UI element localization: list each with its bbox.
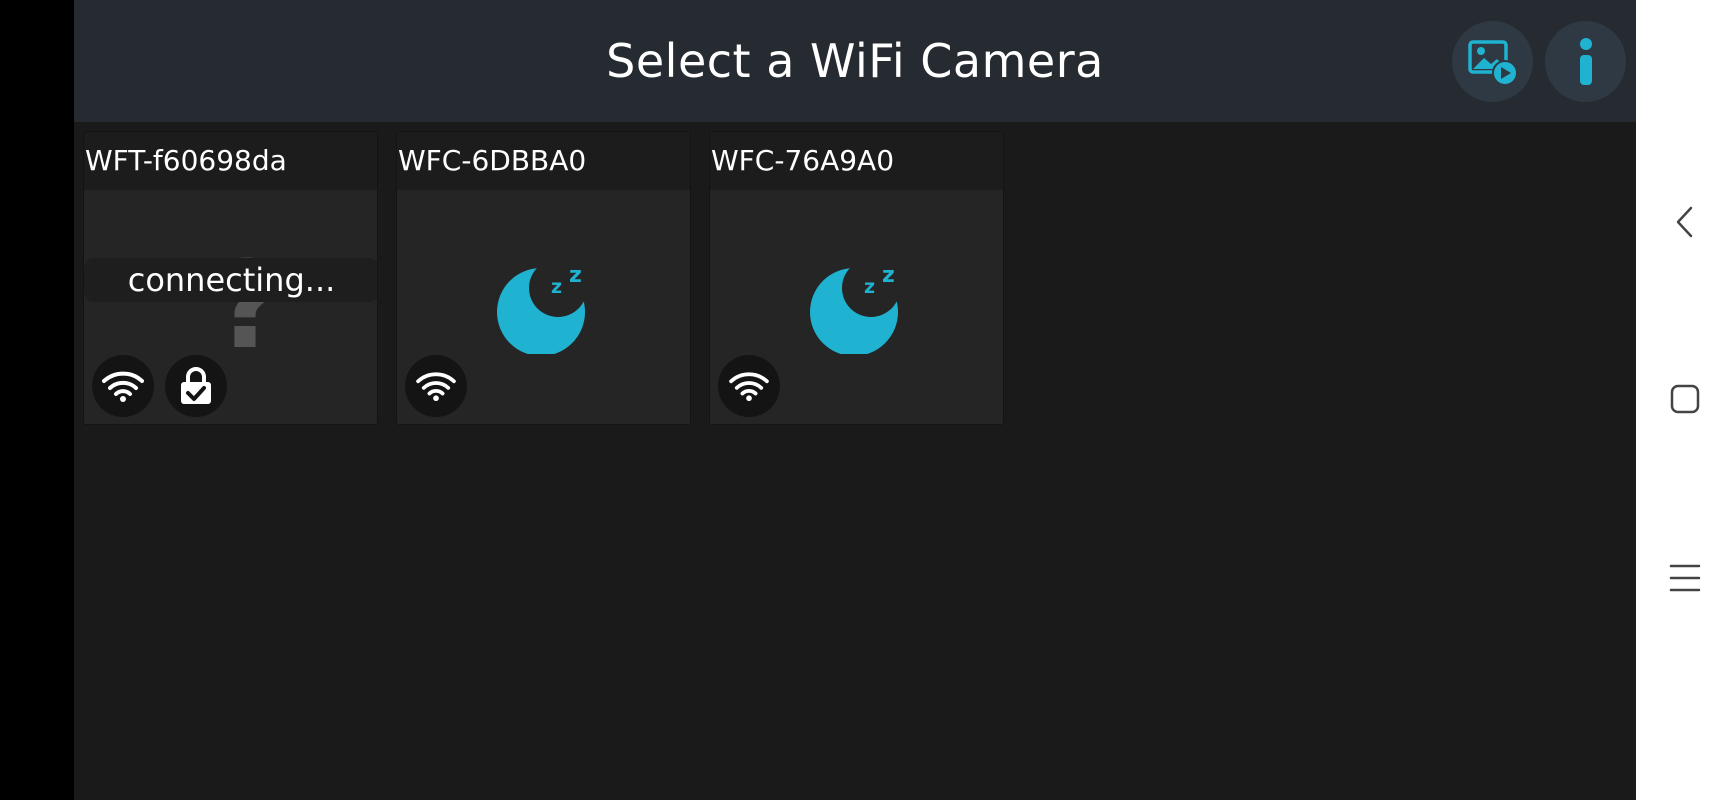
svg-text:z: z xyxy=(864,276,875,298)
recents-icon xyxy=(1669,564,1700,592)
camera-name: WFC-76A9A0 xyxy=(711,144,895,177)
recents-button[interactable] xyxy=(1636,538,1733,618)
lock-check-icon xyxy=(181,367,211,404)
camera-card-header: WFC-6DBBA0 xyxy=(397,132,690,190)
gallery-play-icon xyxy=(1467,39,1518,86)
svg-text:z: z xyxy=(569,263,582,288)
secure-badge xyxy=(165,355,227,417)
info-button[interactable] xyxy=(1545,21,1626,102)
home-icon xyxy=(1670,384,1699,414)
back-icon xyxy=(1676,206,1692,238)
left-black-strip xyxy=(0,0,74,800)
camera-card-header: WFC-76A9A0 xyxy=(710,132,1003,190)
camera-name: WFT-f60698da xyxy=(85,144,287,177)
wifi-badge xyxy=(718,355,780,417)
camera-card-header: WFT-f60698da xyxy=(84,132,377,190)
app-window: Select a WiFi Camera WFT-f60698da ? conn… xyxy=(74,0,1636,800)
camera-card[interactable]: WFT-f60698da ? connecting... xyxy=(83,131,378,425)
wifi-icon xyxy=(416,372,456,402)
wifi-icon xyxy=(729,372,769,402)
home-button[interactable] xyxy=(1636,359,1733,439)
camera-name: WFC-6DBBA0 xyxy=(398,144,587,177)
camera-card[interactable]: WFC-6DBBA0 z z xyxy=(396,131,691,425)
system-nav-bar xyxy=(1636,0,1733,800)
svg-text:z: z xyxy=(882,263,895,288)
gallery-button[interactable] xyxy=(1452,21,1533,102)
info-icon xyxy=(1579,37,1592,85)
wifi-badge xyxy=(405,355,467,417)
wifi-icon xyxy=(102,371,144,402)
camera-card[interactable]: WFC-76A9A0 z z xyxy=(709,131,1004,425)
sleep-moon-icon: z z xyxy=(497,263,585,354)
svg-text:z: z xyxy=(551,276,562,298)
connection-status: connecting... xyxy=(84,258,377,302)
top-bar: Select a WiFi Camera xyxy=(74,0,1636,122)
page-title: Select a WiFi Camera xyxy=(606,34,1104,88)
back-button[interactable] xyxy=(1636,182,1733,262)
wifi-badge xyxy=(92,355,154,417)
sleep-moon-icon: z z xyxy=(810,263,898,354)
